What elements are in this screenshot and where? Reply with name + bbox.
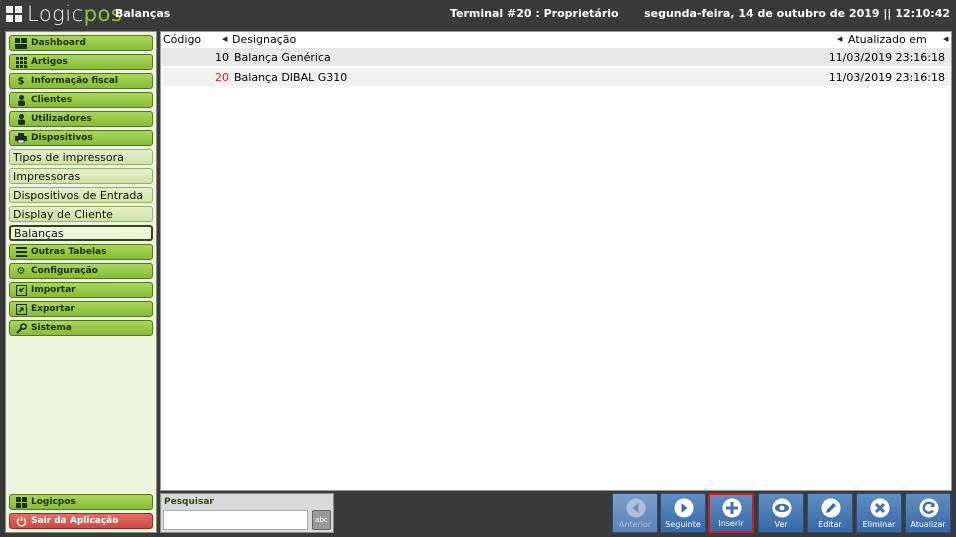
data-grid: Código ◀ Designação ◀ Atualizado em ◀ 10… [160,31,952,491]
sidebar-item-outras-tabelas[interactable]: Outras Tabelas [9,244,153,260]
cell-updated: 11/03/2019 23:16:18 [828,71,945,84]
plus-icon [722,498,742,518]
next-label: Seguinte [665,520,701,529]
sidebar-item-label: Importar [31,285,76,295]
dashboard-icon [15,37,27,49]
sidebar-item-sistema[interactable]: Sistema [9,320,153,336]
list-icon [15,247,27,258]
exit-label: Sair da Aplicação [31,516,119,526]
sort-arrow-icon[interactable]: ◀ [222,35,227,43]
sidebar-item-label: Artigos [31,57,68,67]
previous-label: Anterior [618,520,652,529]
sidebar-item-label: Clientes [31,95,73,105]
sidebar-item-clientes[interactable]: Clientes [9,92,153,108]
cell-designation: Balança Genérica [234,51,331,64]
sidebar-item-label: Dispositivos [31,133,93,143]
view-label: Ver [774,520,788,529]
insert-button[interactable]: Inserir [708,493,754,533]
sidebar-item-artigos[interactable]: Artigos [9,54,153,70]
refresh-button[interactable]: Atualizar [905,493,951,533]
wrench-icon [15,322,27,334]
sort-arrow-icon[interactable]: ◀ [943,35,948,43]
edit-label: Editar [818,520,842,529]
sidebar-item-importar[interactable]: Importar [9,282,153,298]
pencil-icon [821,498,841,518]
search-input[interactable] [163,510,308,530]
search-panel: Pesquisar abc [160,493,334,533]
column-header-atualizado-em[interactable]: Atualizado em [848,33,927,46]
printer-icon [15,133,27,144]
sidebar-subitem-dispositivos-de-entrada[interactable]: Dispositivos de Entrada [9,187,153,203]
refresh-label: Atualizar [910,520,946,529]
export-icon [15,303,27,315]
sidebar-item-label: Logicpos [31,497,76,507]
search-label: Pesquisar [164,497,214,507]
column-header-designacao[interactable]: Designação [232,33,296,46]
logo-text-logic: Logic [27,2,84,26]
x-icon [870,498,890,518]
view-button[interactable]: Ver [758,493,804,533]
sidebar-subitem-impressoras[interactable]: Impressoras [9,168,153,184]
sidebar-item-label: Dashboard [31,38,86,48]
previous-button[interactable]: Anterior [612,493,658,533]
eye-icon [772,498,792,518]
cell-updated: 11/03/2019 23:16:18 [828,51,945,64]
person-icon [15,94,27,106]
column-header-codigo[interactable]: Código [163,33,201,46]
delete-button[interactable]: Eliminar [856,493,902,533]
grid-icon [15,56,27,68]
sidebar-subitem-tipos-de-impressora[interactable]: Tipos de impressora [9,149,153,165]
sidebar-item-label: Exportar [31,304,75,314]
import-icon [15,284,27,296]
next-icon [674,498,694,518]
cell-code: 20 [215,71,229,84]
exit-application-button[interactable]: Sair da Aplicação [9,513,153,529]
delete-label: Eliminar [862,520,896,529]
sidebar-item-dashboard[interactable]: Dashboard [9,35,153,51]
sidebar-item-dispositivos[interactable]: Dispositivos [9,130,153,146]
sidebar-subitem-balancas[interactable]: Balanças [9,225,153,241]
grid-icon [15,496,27,508]
cell-designation: Balança DIBAL G310 [234,71,348,84]
user-icon [15,113,27,125]
money-icon: $ [17,75,25,87]
keyboard-icon: abc [315,516,328,524]
sidebar-item-informacao-fiscal[interactable]: $ Informação fiscal [9,73,153,89]
sort-arrow-icon[interactable]: ◀ [837,35,842,43]
sidebar: Dashboard Artigos $ Informação fiscal Cli… [5,31,157,533]
cell-code: 10 [215,51,229,64]
sidebar-item-configuracao[interactable]: ⚙ Configuração [9,263,153,279]
table-header: Código ◀ Designação ◀ Atualizado em ◀ [161,32,951,48]
next-button[interactable]: Seguinte [660,493,706,533]
table-row[interactable]: 10 Balança Genérica 11/03/2019 23:16:18 [162,48,951,66]
sidebar-item-logicpos[interactable]: Logicpos [9,494,153,510]
sidebar-item-label: Sistema [31,323,72,333]
gear-icon: ⚙ [16,265,26,277]
sidebar-item-label: Utilizadores [31,114,92,124]
logo-grid-icon [6,6,22,22]
sidebar-item-exportar[interactable]: Exportar [9,301,153,317]
prev-icon [626,498,646,518]
power-icon [15,516,27,527]
sidebar-subitem-display-de-cliente[interactable]: Display de Cliente [9,206,153,222]
insert-label: Inserir [718,519,744,528]
datetime: segunda-feira, 14 de outubro de 2019 || … [644,7,950,20]
sidebar-item-utilizadores[interactable]: Utilizadores [9,111,153,127]
sidebar-item-label: Configuração [31,266,98,276]
edit-button[interactable]: Editar [807,493,853,533]
refresh-icon [919,498,939,518]
top-bar: Logicpos Balanças Terminal #20 : Proprie… [0,0,956,28]
terminal-info: Terminal #20 : Proprietário [450,7,619,20]
page-title: Balanças [115,7,171,20]
sidebar-item-label: Informação fiscal [31,76,118,86]
sidebar-item-label: Outras Tabelas [31,247,107,257]
virtual-keyboard-button[interactable]: abc [312,510,331,530]
app-logo: Logicpos [6,2,122,26]
table-row[interactable]: 20 Balança DIBAL G310 11/03/2019 23:16:1… [162,68,951,86]
